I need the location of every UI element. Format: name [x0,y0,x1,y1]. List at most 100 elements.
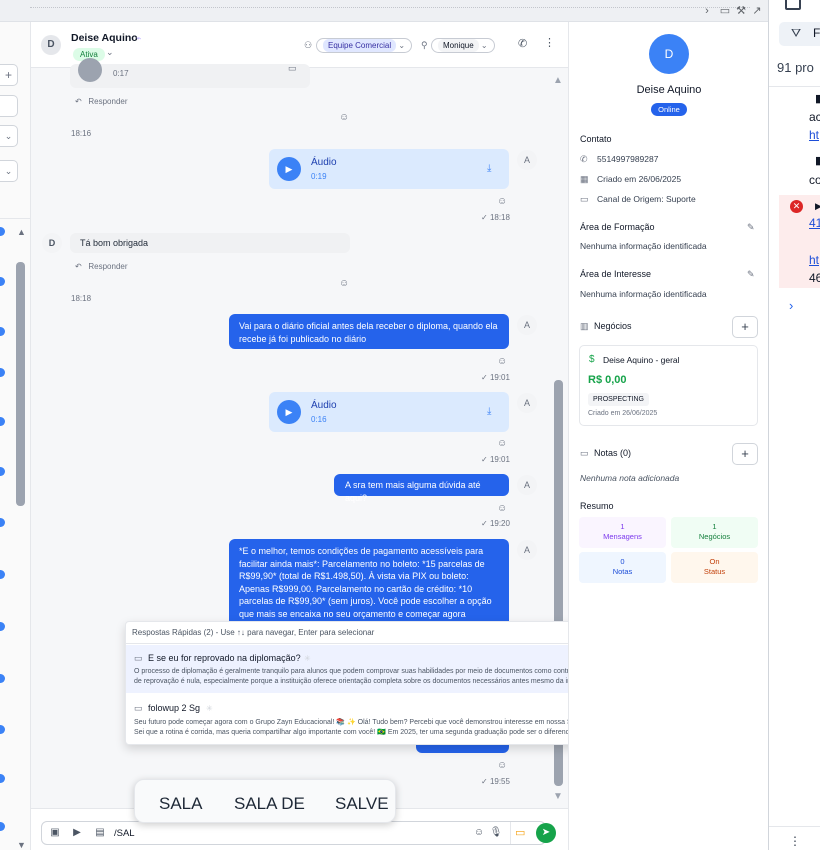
deal-created: Criado em 26/06/2025 [588,410,658,417]
scroll-up-icon[interactable]: ▲ [553,75,563,86]
section-title-contact: Contato [580,134,612,144]
unread-indicator [0,622,5,631]
error-icon: ✕ [790,200,803,213]
section-title-summary: Resumo [580,501,614,511]
timestamp-value: 19:55 [489,777,510,786]
tag-icon[interactable]: ⌁ [136,33,141,44]
deal-card[interactable]: $ Deise Aquino - geral R$ 0,00 PROSPECTI… [579,345,758,426]
unread-indicator [0,467,5,476]
unread-indicator [0,518,5,527]
wrench-icon[interactable]: ⚒ [734,4,748,18]
monitor-icon[interactable]: ▭ [718,4,732,18]
emoji-react-icon[interactable]: ☺ [339,112,349,123]
sparkle-icon: ✳ [304,654,311,663]
emoji-react-icon[interactable]: ☺ [497,760,507,771]
add-deal-button[interactable]: + [732,316,758,338]
edit-icon[interactable]: ✎ [747,222,755,233]
log-link[interactable]: 41 [809,216,820,230]
chevron-down-icon[interactable]: ⌄ [106,47,114,58]
stat-status: On Status [671,552,758,583]
stat-label: Mensagens [603,532,642,541]
scroll-down-icon[interactable]: ▼ [17,840,26,850]
divider [510,822,511,844]
chevron-right-icon[interactable]: › [789,298,793,313]
contact-created: Criado em 26/06/2025 [597,174,682,184]
emoji-react-icon[interactable]: ☺ [497,196,507,207]
conversation-list-panel: + ⌄ ⌄ ▲ ▼ [0,22,31,850]
play-icon[interactable]: ▶ [277,157,301,181]
emoji-icon[interactable]: ☺ [472,827,486,838]
more-vertical-icon[interactable]: ⋮ [789,834,801,848]
user-icon: ⚲ [421,40,428,50]
suggestion-1[interactable]: SALA [159,794,202,814]
timestamp: ✓ 19:20 [481,519,510,528]
sparkle-icon: ✳ [206,704,213,713]
expand-icon[interactable]: ▶ [815,201,820,212]
problems-count: 91 pro [777,60,814,75]
add-note-button[interactable]: + [732,443,758,465]
template-icon[interactable]: ▭ [515,826,525,839]
panel-toggle-icon[interactable] [785,0,801,10]
filter-button[interactable]: ⛛ F [779,22,820,46]
chevron-right-icon[interactable]: › [700,4,714,18]
chat-header: D Deise Aquino ⌁ Ativa ⌄ ⚇ Equipe Comerc… [31,22,568,68]
scroll-down-icon[interactable]: ▼ [553,791,563,802]
emoji-react-icon[interactable]: ☺ [497,438,507,449]
edit-icon[interactable]: ✎ [747,269,755,280]
play-icon[interactable] [78,58,102,82]
phone-icon: ✆ [580,154,588,164]
section-title-deals: Negócios [594,321,632,331]
timestamp: ✓ 18:18 [481,213,510,222]
reply-link[interactable]: ↶ Responder [75,97,128,106]
add-button[interactable]: + [0,64,18,86]
agent-avatar: A [517,393,537,413]
agent-select[interactable]: Monique ⌄ [431,38,495,53]
deal-name: Deise Aquino - geral [603,355,680,365]
search-field-edge[interactable] [0,95,18,117]
divider [769,86,820,87]
reply-link[interactable]: ↶ Responder [75,262,128,271]
download-icon[interactable]: ▭ [288,63,297,74]
filter-dropdown-1[interactable]: ⌄ [0,125,18,147]
more-vertical-icon[interactable]: ⋮ [544,36,555,49]
team-label: Equipe Comercial [323,39,397,52]
send-button[interactable]: ➤ [536,823,556,843]
phone-icon[interactable]: ✆ [518,37,527,50]
message-bubble-in: Tá bom obrigada [70,233,350,253]
download-icon[interactable]: ⤓ [487,406,491,417]
filter-icon: ⛛ [791,26,802,40]
audio-message-partial: 0:17 ▭ [70,58,310,88]
emoji-react-icon[interactable]: ☺ [339,278,349,289]
scroll-up-icon[interactable]: ▲ [17,227,26,237]
timestamp-value: 19:01 [489,455,510,464]
play-icon[interactable]: ▶ [277,400,301,424]
dollar-icon: $ [589,354,595,365]
external-link-icon[interactable]: ↗ [750,4,764,18]
message-bubble-out: *E o melhor, temos condições de pagament… [229,539,509,631]
image-icon[interactable]: ▣ [48,827,62,838]
log-text: co [809,173,820,187]
log-link[interactable]: ht [809,253,819,267]
contact-avatar[interactable]: D [41,35,61,55]
log-text: 46 [809,271,820,285]
document-icon[interactable]: ▤ [93,827,107,838]
contact-phone[interactable]: 5514997989287 [597,154,658,164]
unread-indicator [0,822,5,831]
suggestion-3[interactable]: SALVE [335,794,389,814]
filter-dropdown-2[interactable]: ⌄ [0,160,18,182]
warning-marker-icon: ▮ [815,93,820,105]
team-select[interactable]: Equipe Comercial ⌄ [316,38,413,53]
calendar-icon: ▦ [580,174,589,184]
audio-duration: 0:17 [113,69,129,78]
message-input[interactable] [114,825,394,841]
timestamp-value: 19:20 [489,519,510,528]
suggestion-2[interactable]: SALA DE [234,794,305,814]
emoji-react-icon[interactable]: ☺ [497,356,507,367]
log-link[interactable]: ht [809,128,819,142]
list-scrollbar[interactable] [16,262,25,506]
autocomplete-suggestions: SALA SALA DE SALVE [134,779,396,823]
microphone-icon[interactable]: 🎙 [489,827,503,838]
emoji-react-icon[interactable]: ☺ [497,503,507,514]
download-icon[interactable]: ⤓ [487,163,491,174]
video-icon[interactable]: ▶ [70,827,84,838]
